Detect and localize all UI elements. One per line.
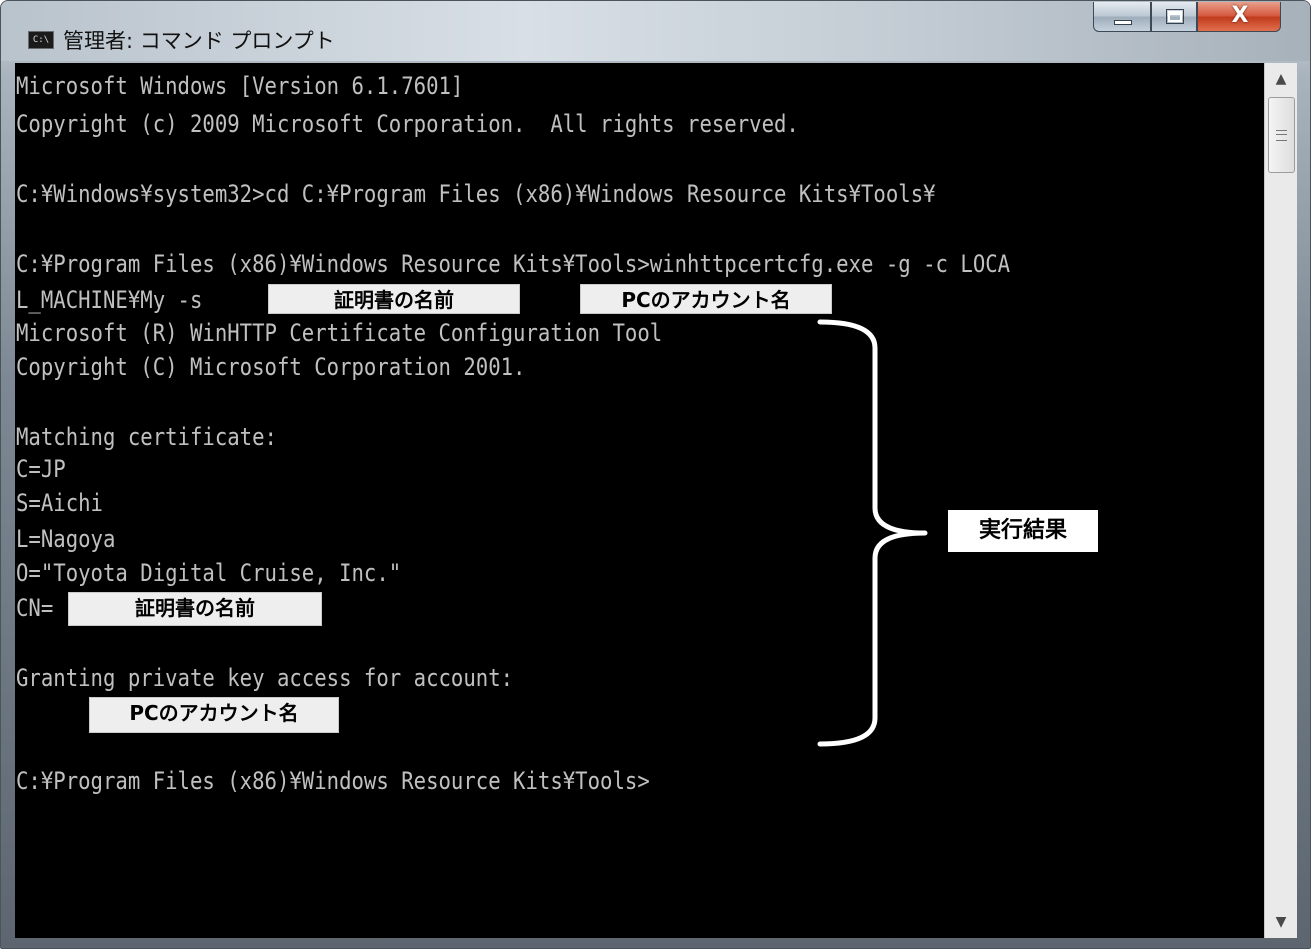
vertical-scrollbar[interactable]: ▲ ▼ [1264, 63, 1297, 938]
cmd-app-icon[interactable]: C:\ [28, 31, 54, 49]
result-brace-icon [817, 319, 928, 747]
console-line: C=JP [16, 455, 66, 483]
scrollbar-thumb[interactable] [1268, 97, 1295, 173]
minimize-button[interactable] [1093, 2, 1151, 32]
console-line: Matching certificate: [16, 423, 277, 451]
window-title: 管理者: コマンド プロンプト [63, 29, 335, 53]
scroll-down-arrow-icon[interactable]: ▼ [1265, 906, 1297, 938]
console-line: Copyright (c) 2009 Microsoft Corporation… [16, 110, 799, 138]
console-line: C:¥Program Files (x86)¥Windows Resource … [16, 767, 650, 795]
console-line: L=Nagoya [16, 525, 116, 553]
console-line: Granting private key access for account: [16, 664, 514, 692]
title-bar[interactable]: C:\ 管理者: コマンド プロンプト X [1, 1, 1310, 61]
execution-result-label: 実行結果 [948, 510, 1098, 552]
grant-account-name-redaction: PCのアカウント名 [89, 697, 339, 733]
console-line: Copyright (C) Microsoft Corporation 2001… [16, 353, 526, 381]
console-output-area[interactable]: Microsoft Windows [Version 6.1.7601] Cop… [15, 63, 1264, 938]
maximize-icon [1166, 9, 1184, 24]
minimize-icon [1114, 20, 1132, 25]
account-name-redaction: PCのアカウント名 [580, 284, 832, 314]
maximize-button[interactable] [1151, 2, 1197, 32]
close-icon: X [1231, 3, 1249, 28]
console-line: O="Toyota Digital Cruise, Inc." [16, 559, 402, 587]
console-line: C:¥Windows¥system32>cd C:¥Program Files … [16, 180, 936, 208]
cn-cert-name-redaction: 証明書の名前 [68, 592, 322, 626]
console-line: Microsoft (R) WinHTTP Certificate Config… [16, 319, 663, 347]
grip-icon [1276, 130, 1287, 141]
console-line: S=Aichi [16, 489, 103, 517]
scroll-up-arrow-icon[interactable]: ▲ [1265, 63, 1297, 95]
console-line: C:¥Program Files (x86)¥Windows Resource … [16, 250, 1011, 278]
close-button[interactable]: X [1197, 2, 1281, 32]
console-line: CN= [16, 594, 54, 622]
command-prompt-window: C:\ 管理者: コマンド プロンプト X Microsoft Windows … [0, 0, 1311, 949]
cert-name-redaction: 証明書の名前 [268, 284, 520, 314]
console-line: Microsoft Windows [Version 6.1.7601] [16, 72, 464, 100]
